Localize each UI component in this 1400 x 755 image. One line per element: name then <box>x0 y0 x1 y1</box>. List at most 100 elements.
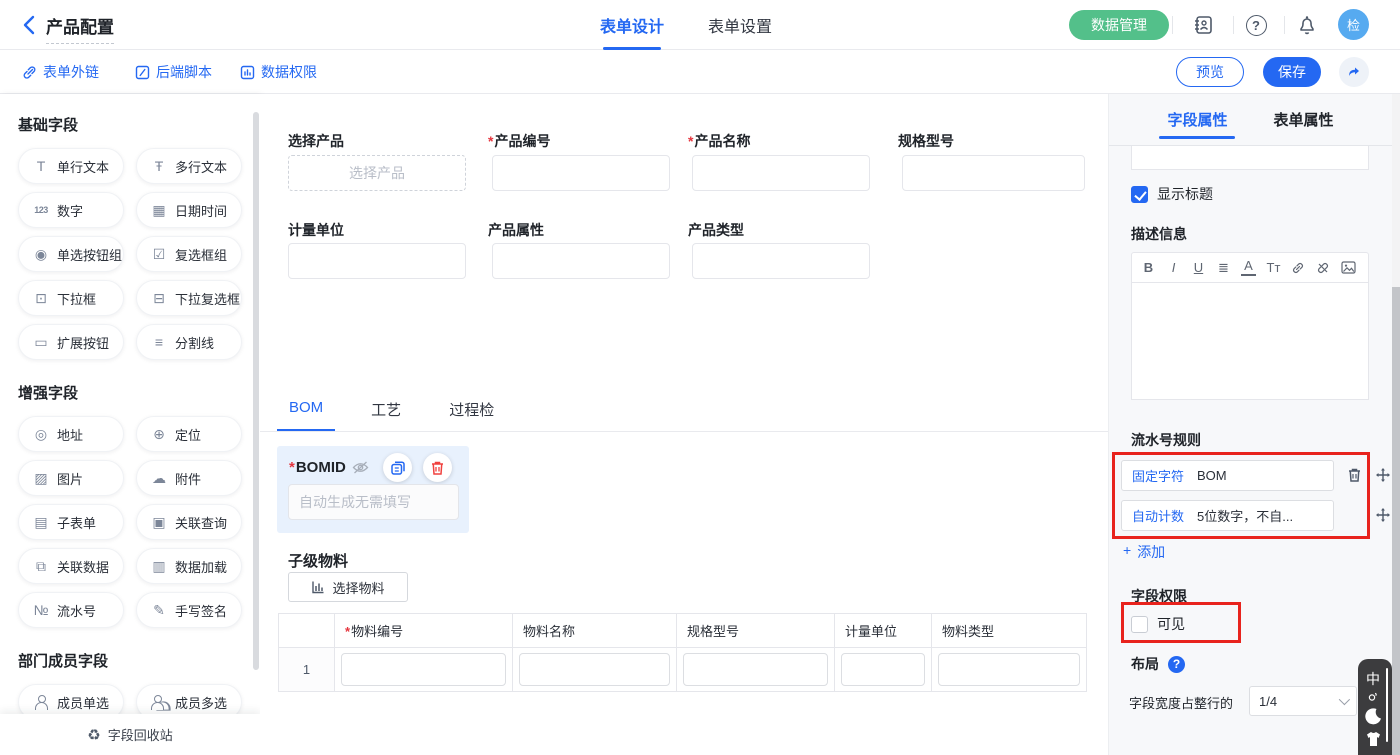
product-code-input[interactable] <box>492 155 670 191</box>
select-material-button[interactable]: 选择物料 <box>288 572 408 602</box>
insert-link-icon[interactable] <box>1291 261 1306 275</box>
sidebar-item-image[interactable]: ▨图片 <box>18 460 124 496</box>
layout-help-icon[interactable]: ? <box>1168 656 1185 673</box>
material-name-input[interactable] <box>519 653 670 686</box>
unit-input[interactable] <box>288 243 466 279</box>
auto-theme-icon[interactable] <box>1358 692 1388 702</box>
sidebar-item-single-line-text[interactable]: T单行文本 <box>18 148 124 184</box>
sidebar-item-attachment[interactable]: ☁附件 <box>136 460 242 496</box>
sidebar-item-serial-number[interactable]: №流水号 <box>18 592 124 628</box>
theme-shirt-icon[interactable] <box>1358 731 1388 747</box>
tab-form-settings[interactable]: 表单设置 <box>708 0 772 50</box>
move-rule-handle[interactable] <box>1375 507 1391 523</box>
share-button[interactable] <box>1339 57 1369 87</box>
plus-icon: + <box>1123 542 1131 562</box>
sidebar-item-subform[interactable]: ▤子表单 <box>18 504 124 540</box>
underline-icon[interactable]: U <box>1191 260 1206 275</box>
notification-bell-icon[interactable] <box>1294 12 1320 38</box>
serial-rule-auto-count[interactable]: 自动计数 5位数字，不自... <box>1121 500 1334 531</box>
material-type-input[interactable] <box>938 653 1080 686</box>
font-color-icon[interactable]: A <box>1241 259 1256 275</box>
sidebar-item-number[interactable]: 123数字 <box>18 192 124 228</box>
spec-model-cell-input[interactable] <box>683 653 828 686</box>
tab-form-design[interactable]: 表单设计 <box>600 0 664 50</box>
sidebar-item-checkbox-group[interactable]: ☑复选框组 <box>136 236 242 272</box>
spec-model-input[interactable] <box>902 155 1085 191</box>
col-material-name[interactable]: 物料名称 <box>513 614 677 648</box>
field-title-input-partial[interactable] <box>1131 146 1369 170</box>
data-permission-button[interactable]: 数据权限 <box>240 62 317 82</box>
material-code-input[interactable] <box>341 653 506 686</box>
language-toggle[interactable]: 中 <box>1358 669 1388 689</box>
page-title[interactable]: 产品配置 <box>46 13 114 44</box>
save-button[interactable]: 保存 <box>1263 57 1321 87</box>
person-icon <box>34 695 48 709</box>
bold-icon[interactable]: B <box>1141 260 1156 275</box>
backend-script-button[interactable]: 后端脚本 <box>135 62 212 82</box>
select-product-picker[interactable]: 选择产品 <box>288 155 466 191</box>
user-avatar[interactable]: 检 <box>1338 9 1369 40</box>
calendar-icon: ▦ <box>150 203 168 217</box>
dark-mode-moon-icon[interactable] <box>1358 707 1388 726</box>
page-scrollbar-track[interactable] <box>1392 94 1400 755</box>
description-textarea[interactable] <box>1131 283 1369 400</box>
italic-icon[interactable]: I <box>1166 260 1181 275</box>
tab-form-properties[interactable]: 表单属性 <box>1274 94 1334 145</box>
visible-checkbox[interactable] <box>1131 616 1148 633</box>
sidebar-item-data-load[interactable]: ▥数据加载 <box>136 548 242 584</box>
address-book-icon[interactable] <box>1190 12 1216 38</box>
field-width-select[interactable]: 1/4 <box>1249 686 1357 716</box>
required-mark: * <box>345 624 350 639</box>
sidebar-item-datetime[interactable]: ▦日期时间 <box>136 192 242 228</box>
sidebar-item-multi-dropdown[interactable]: ⊟下拉复选框 <box>136 280 242 316</box>
subtable-title: 子级物料 <box>288 550 348 571</box>
col-material-type[interactable]: 物料类型 <box>932 614 1087 648</box>
back-button[interactable] <box>18 13 42 37</box>
sidebar-item-extend-button[interactable]: ▭扩展按钮 <box>18 324 124 360</box>
add-rule-button[interactable]: + 添加 <box>1123 542 1165 562</box>
serial-rule-fixed-chars[interactable]: 固定字符 BOM <box>1121 460 1334 491</box>
insert-image-icon[interactable] <box>1341 261 1356 274</box>
sidebar-item-address[interactable]: ◎地址 <box>18 416 124 452</box>
show-title-checkbox[interactable] <box>1131 186 1148 203</box>
move-rule-handle[interactable] <box>1375 467 1391 483</box>
sidebar-item-signature[interactable]: ✎手写签名 <box>136 592 242 628</box>
font-size-icon[interactable]: Tᴛ <box>1266 260 1281 275</box>
cloud-upload-icon: ☁ <box>150 471 168 485</box>
sidebar-item-linked-data[interactable]: ⧉关联数据 <box>18 548 124 584</box>
preview-button[interactable]: 预览 <box>1176 57 1244 87</box>
page-scrollbar-thumb[interactable] <box>1392 287 1400 755</box>
tab-bom[interactable]: BOM <box>277 399 335 432</box>
number-icon: 123 <box>32 206 50 215</box>
form-external-link-button[interactable]: 表单外链 <box>22 62 99 82</box>
data-manage-button[interactable]: 数据管理 <box>1069 10 1169 40</box>
help-icon[interactable]: ? <box>1243 12 1269 38</box>
selected-field-bomid[interactable]: *BOMID 自动生成无需填写 <box>277 446 469 533</box>
tab-field-properties[interactable]: 字段属性 <box>1167 94 1227 145</box>
copy-field-button[interactable] <box>383 453 412 482</box>
sidebar-item-divider[interactable]: ≡分割线 <box>136 324 242 360</box>
sidebar-item-location[interactable]: ⊕定位 <box>136 416 242 452</box>
sidebar-item-dropdown[interactable]: ⊡下拉框 <box>18 280 124 316</box>
align-icon[interactable]: ≣ <box>1216 260 1231 276</box>
remove-link-icon[interactable] <box>1316 261 1331 275</box>
sidebar-item-linked-query[interactable]: ▣关联查询 <box>136 504 242 540</box>
product-attr-input[interactable] <box>492 243 670 279</box>
delete-rule-button[interactable] <box>1347 467 1362 483</box>
sidebar-item-multi-line-text[interactable]: Ŧ多行文本 <box>136 148 242 184</box>
tab-process[interactable]: 工艺 <box>359 399 413 432</box>
product-type-input[interactable] <box>692 243 870 279</box>
field-label-unit: 计量单位 <box>288 220 344 240</box>
delete-field-button[interactable] <box>423 453 452 482</box>
single-line-text-icon: T <box>32 159 50 173</box>
product-name-input[interactable] <box>692 155 870 191</box>
tab-process-check[interactable]: 过程检 <box>437 399 506 432</box>
unit-cell-input[interactable] <box>841 653 925 686</box>
col-unit[interactable]: 计量单位 <box>835 614 932 648</box>
bomid-input[interactable]: 自动生成无需填写 <box>288 484 459 520</box>
sidebar-scrollbar[interactable] <box>253 112 259 670</box>
col-spec-model[interactable]: 规格型号 <box>677 614 835 648</box>
field-recycle-bin[interactable]: ♻ 字段回收站 <box>0 714 260 755</box>
sidebar-item-radio-group[interactable]: ◉单选按钮组 <box>18 236 124 272</box>
col-material-code[interactable]: *物料编号 <box>335 614 513 648</box>
